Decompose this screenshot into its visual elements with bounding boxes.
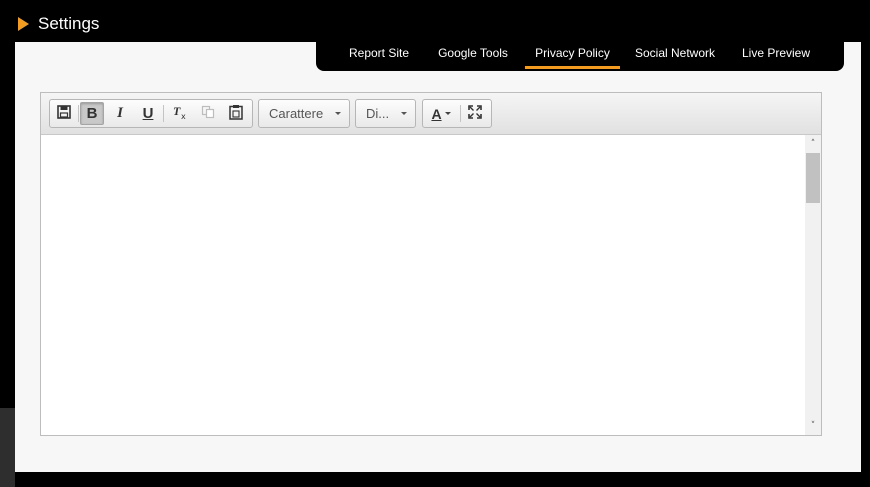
- text-color-button[interactable]: A: [425, 102, 457, 125]
- tab-bar: Report Site Google Tools Privacy Policy …: [316, 42, 844, 71]
- left-edge-strip: [0, 408, 15, 487]
- svg-text:x: x: [181, 112, 186, 120]
- chevron-down-icon: [335, 112, 341, 115]
- remove-format-icon: T x: [172, 104, 188, 124]
- triangle-right-icon: [18, 17, 29, 31]
- scrollbar-thumb[interactable]: [806, 153, 820, 203]
- svg-text:T: T: [173, 104, 181, 118]
- toolbar-group-style: A: [422, 99, 492, 128]
- toolbar-separator: [163, 105, 164, 122]
- chevron-down-icon: [444, 112, 451, 115]
- maximize-button[interactable]: [463, 102, 487, 125]
- editor-content-area[interactable]: [41, 135, 805, 435]
- maximize-icon: [468, 104, 482, 123]
- toolbar-separator: [460, 105, 461, 122]
- tab-privacy-policy[interactable]: Privacy Policy: [525, 42, 620, 69]
- paste-button[interactable]: [224, 102, 248, 125]
- text-color-label: A: [431, 105, 442, 122]
- tab-social-network[interactable]: Social Network: [634, 42, 716, 66]
- font-size-value: Di...: [366, 106, 390, 121]
- tab-report-site[interactable]: Report Site: [340, 42, 418, 66]
- tab-google-tools[interactable]: Google Tools: [434, 42, 512, 66]
- tab-live-preview[interactable]: Live Preview: [738, 42, 814, 66]
- underline-button[interactable]: U: [136, 102, 160, 125]
- copy-icon: [201, 105, 215, 123]
- scroll-down-icon[interactable]: ˅: [808, 421, 818, 431]
- save-button[interactable]: [52, 102, 76, 125]
- remove-format-button[interactable]: T x: [168, 102, 192, 125]
- font-family-select[interactable]: Carattere: [258, 99, 350, 128]
- chevron-down-icon: [401, 112, 407, 115]
- underline-label: U: [142, 105, 154, 122]
- font-size-select[interactable]: Di...: [355, 99, 416, 128]
- editor-toolbar: B I U T x Carattere Di... A: [41, 93, 821, 135]
- floppy-disk-icon: [57, 104, 71, 123]
- bold-label: B: [86, 105, 98, 122]
- rich-text-editor: B I U T x Carattere Di... A ˄ ˅: [40, 92, 822, 436]
- page-title: Settings: [38, 14, 100, 33]
- editor-scrollbar[interactable]: ˄ ˅: [805, 135, 821, 435]
- toolbar-separator: [78, 105, 79, 122]
- settings-header: Settings: [0, 0, 870, 42]
- toolbar-group-basic: B I U T x: [49, 99, 253, 128]
- clipboard-icon: [229, 104, 243, 124]
- font-family-value: Carattere: [269, 106, 324, 121]
- bold-button[interactable]: B: [80, 102, 104, 125]
- italic-label: I: [117, 105, 123, 121]
- italic-button[interactable]: I: [108, 102, 132, 125]
- copy-button[interactable]: [196, 102, 220, 125]
- scroll-up-icon[interactable]: ˄: [808, 139, 818, 149]
